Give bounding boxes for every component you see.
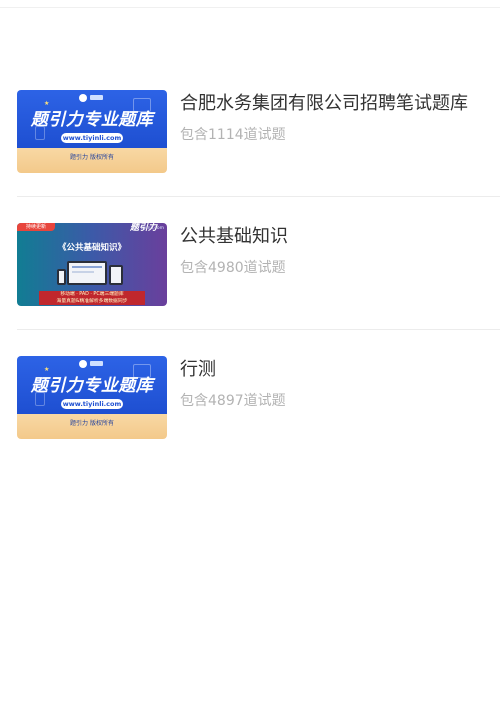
item-question-count: 包含1114道试题 <box>180 127 286 143</box>
tablet-icon <box>109 265 123 285</box>
question-bank-list: ★ 题引力专业题库 www.tiyinli.com 题引力 版权所有 合肥水务集… <box>0 64 500 463</box>
item-title[interactable]: 合肥水务集团有限公司招聘笔试题库 <box>180 92 468 116</box>
banner-line: 海量真题&精准解析多端数据同步 <box>56 298 128 304</box>
item-question-count: 包含4897道试题 <box>180 393 286 409</box>
item-thumbnail[interactable]: ★ 题引力专业题库 www.tiyinli.com 题引力 版权所有 <box>17 356 167 439</box>
list-item[interactable]: ★ 题引力专业题库 www.tiyinli.com 题引力 版权所有 合肥水务集… <box>0 64 500 197</box>
logo-icon <box>79 360 105 368</box>
thumbnail-brand: 题引力 <box>129 223 157 233</box>
item-thumbnail[interactable]: 持续更新 tiyinli.com 题引力 《公共基础知识》 移动端 · PAD … <box>17 223 167 306</box>
list-item[interactable]: ★ 题引力专业题库 www.tiyinli.com 题引力 版权所有 行测 包含… <box>0 330 500 463</box>
thumbnail-banner: 移动端 · PAD · PC端三端题库 海量真题&精准解析多端数据同步 <box>39 291 145 305</box>
thumbnail-heading: 《公共基础知识》 <box>57 243 126 253</box>
logo-icon <box>79 94 105 102</box>
item-thumbnail[interactable]: ★ 题引力专业题库 www.tiyinli.com 题引力 版权所有 <box>17 90 167 173</box>
thumbnail-copyright: 题引力 版权所有 <box>70 420 114 427</box>
thumbnail-url: www.tiyinli.com <box>61 133 123 143</box>
list-item[interactable]: 持续更新 tiyinli.com 题引力 《公共基础知识》 移动端 · PAD … <box>0 197 500 330</box>
item-question-count: 包含4980道试题 <box>180 260 286 276</box>
update-badge: 持续更新 <box>17 223 55 231</box>
thumbnail-headline: 题引力专业题库 <box>30 376 154 396</box>
item-title[interactable]: 公共基础知识 <box>180 225 288 249</box>
phone-icon <box>57 269 66 285</box>
item-title[interactable]: 行测 <box>180 358 216 382</box>
thumbnail-url: www.tiyinli.com <box>61 399 123 409</box>
thumbnail-headline: 题引力专业题库 <box>30 110 154 130</box>
thumbnail-copyright: 题引力 版权所有 <box>70 154 114 161</box>
laptop-icon <box>67 261 107 285</box>
top-bar <box>0 0 500 8</box>
